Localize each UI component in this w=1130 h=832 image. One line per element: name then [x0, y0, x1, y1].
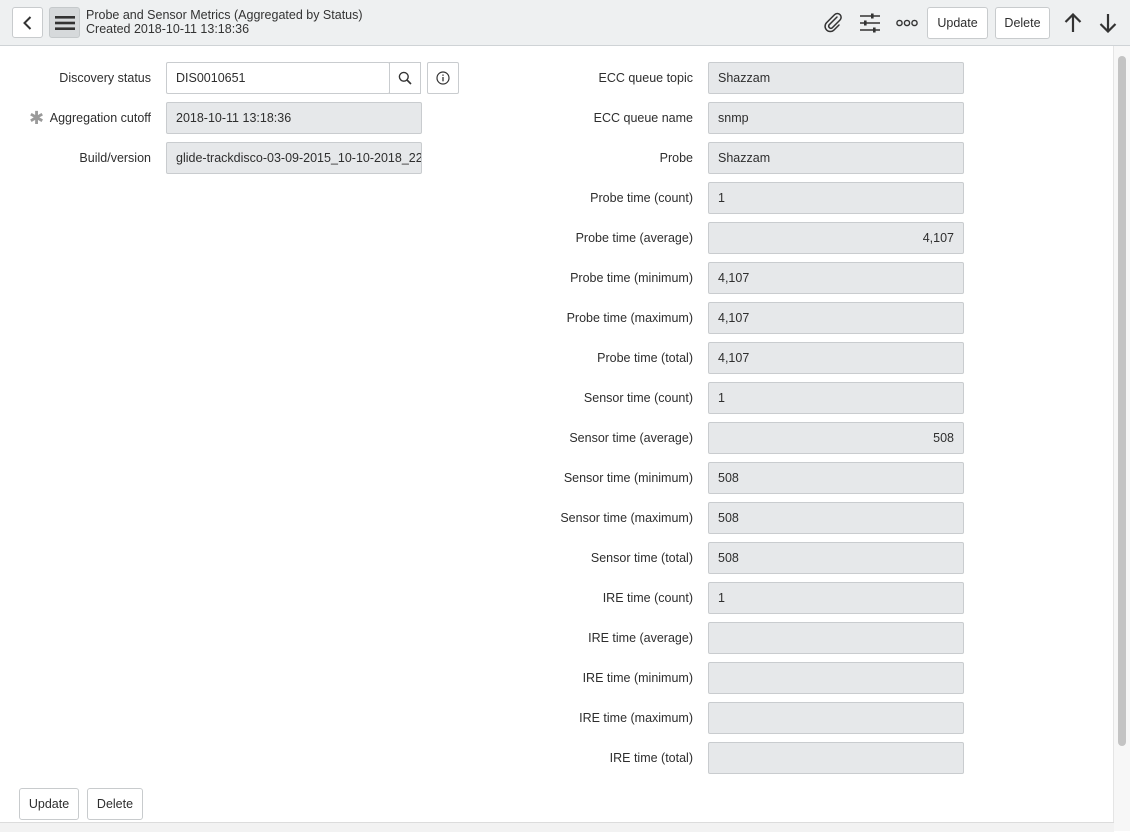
probe-time-count-label: Probe time (count) [590, 191, 693, 205]
probe-time-total-label: Probe time (total) [597, 351, 693, 365]
sensor-time-average-label: Sensor time (average) [569, 431, 693, 445]
probe-time-count-field[interactable]: 1 [708, 182, 964, 214]
more-options-icon [896, 19, 918, 27]
ire-time-maximum-field[interactable] [708, 702, 964, 734]
hamburger-menu-icon [54, 15, 75, 30]
header-delete-button[interactable]: Delete [995, 7, 1050, 39]
discovery-status-field[interactable]: DIS0010651 [166, 62, 390, 94]
probe-time-minimum-label: Probe time (minimum) [570, 271, 693, 285]
sensor-time-minimum-label: Sensor time (minimum) [563, 471, 693, 485]
attachment-button[interactable] [819, 9, 847, 37]
ire-time-count-field[interactable]: 1 [708, 582, 964, 614]
probe-label: Probe [659, 151, 693, 165]
personalize-form-button[interactable] [856, 9, 884, 37]
sensor-time-maximum-field[interactable]: 508 [708, 502, 964, 534]
aggregation-cutoff-label: Aggregation cutoff [49, 111, 151, 125]
ecc-queue-topic-label: ECC queue topic [598, 71, 693, 85]
ire-time-minimum-label: IRE time (minimum) [582, 671, 693, 685]
sensor-time-average-field[interactable]: 508 [708, 422, 964, 454]
context-menu-button[interactable] [49, 7, 80, 38]
probe-time-minimum-field[interactable]: 4,107 [708, 262, 964, 294]
form-header: Probe and Sensor Metrics (Aggregated by … [0, 0, 1130, 46]
previous-record-button[interactable] [1059, 9, 1087, 37]
build-version-field[interactable]: glide-trackdisco-03-09-2015_10-10-2018_2… [166, 142, 422, 174]
sensor-time-maximum-label: Sensor time (maximum) [560, 511, 693, 525]
probe-time-maximum-field[interactable]: 4,107 [708, 302, 964, 334]
sensor-time-minimum-field[interactable]: 508 [708, 462, 964, 494]
header-update-button[interactable]: Update [927, 7, 988, 39]
back-button[interactable] [12, 7, 43, 38]
build-version-label: Build/version [79, 151, 151, 165]
ecc-queue-name-field[interactable]: snmp [708, 102, 964, 134]
ire-time-average-field[interactable] [708, 622, 964, 654]
ecc-queue-name-label: ECC queue name [593, 111, 693, 125]
chevron-left-icon [22, 15, 31, 30]
aggregation-cutoff-field[interactable]: 2018-10-11 13:18:36 [166, 102, 422, 134]
next-record-button[interactable] [1094, 9, 1122, 37]
ire-time-average-label: IRE time (average) [588, 631, 693, 645]
ire-time-count-label: IRE time (count) [602, 591, 693, 605]
form-title: Probe and Sensor Metrics (Aggregated by … [86, 8, 363, 22]
arrow-up-icon [1064, 13, 1082, 32]
paperclip-icon [824, 12, 842, 33]
sliders-icon [860, 13, 880, 33]
footer-update-button[interactable]: Update [19, 788, 79, 820]
sensor-time-total-field[interactable]: 508 [708, 542, 964, 574]
probe-time-maximum-label: Probe time (maximum) [566, 311, 693, 325]
probe-time-average-label: Probe time (average) [575, 231, 693, 245]
ire-time-total-label: IRE time (total) [609, 751, 693, 765]
sensor-time-total-label: Sensor time (total) [590, 551, 693, 565]
more-options-button[interactable] [893, 9, 921, 37]
arrow-down-icon [1099, 14, 1117, 33]
footer-delete-button[interactable]: Delete [87, 788, 143, 820]
ire-time-maximum-label: IRE time (maximum) [579, 711, 693, 725]
ire-time-total-field[interactable] [708, 742, 964, 774]
probe-field[interactable]: Shazzam [708, 142, 964, 174]
form-title-block: Probe and Sensor Metrics (Aggregated by … [86, 8, 363, 36]
discovery-status-label: Discovery status [59, 71, 151, 85]
ire-time-minimum-field[interactable] [708, 662, 964, 694]
sensor-time-count-field[interactable]: 1 [708, 382, 964, 414]
form-created: Created 2018-10-11 13:18:36 [86, 22, 250, 36]
ecc-queue-topic-field[interactable]: Shazzam [708, 62, 964, 94]
scrollbar-thumb[interactable] [1118, 56, 1126, 746]
lookup-search-button[interactable] [389, 62, 421, 94]
sensor-time-count-label: Sensor time (count) [583, 391, 693, 405]
probe-time-average-field[interactable]: 4,107 [708, 222, 964, 254]
probe-time-total-field[interactable]: 4,107 [708, 342, 964, 374]
search-icon [398, 71, 412, 85]
